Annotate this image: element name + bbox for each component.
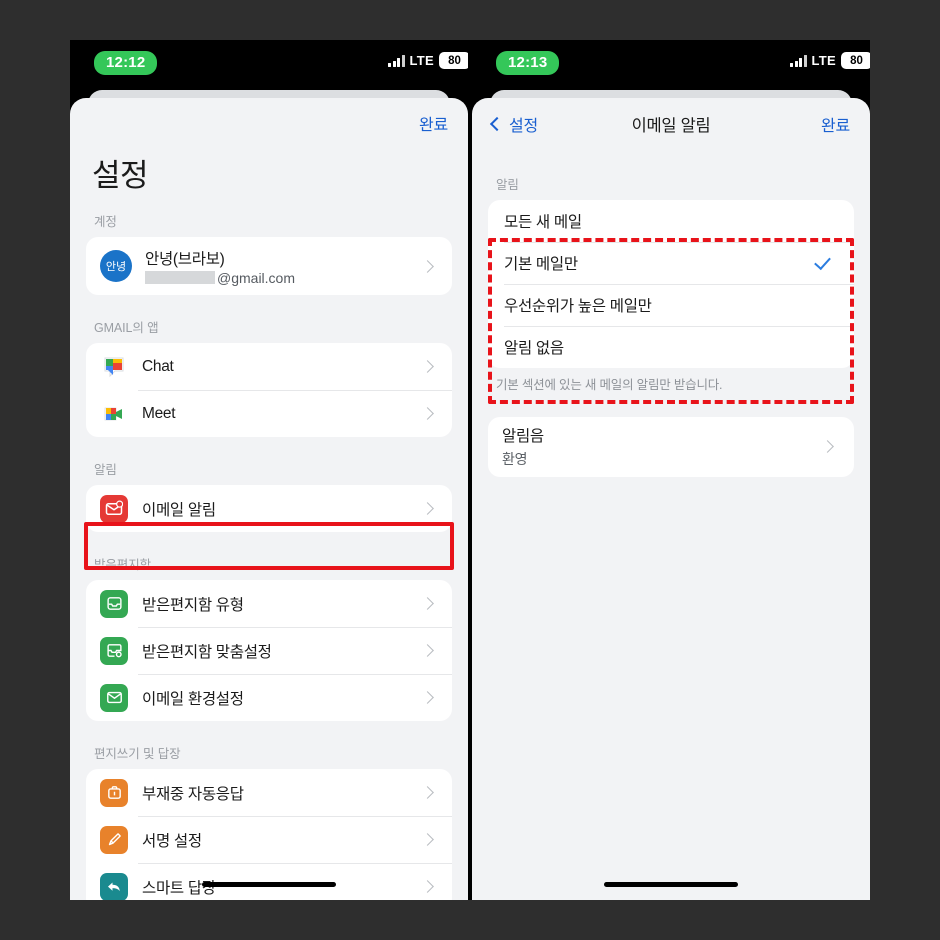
signal-bars-icon xyxy=(790,54,807,67)
right-status-bar: 12:13 LTE 80 xyxy=(472,40,870,90)
option-label: 모든 새 메일 xyxy=(504,214,582,231)
sound-card: 알림음 환영 xyxy=(488,416,854,477)
list-item-signature[interactable]: 서명 설정 xyxy=(86,816,452,863)
option-label: 기본 메일만 xyxy=(504,256,578,273)
sound-value: 환영 xyxy=(502,451,528,467)
list-item-label: 받은편지함 맞춤설정 xyxy=(142,643,272,661)
account-text: 안녕(브라보) @gmail.com xyxy=(145,247,423,286)
nav-title: 이메일 알림 xyxy=(631,117,711,135)
option-label: 우선순위가 높은 메일만 xyxy=(504,298,652,315)
network-label: LTE xyxy=(409,53,434,68)
compose-card: 부재중 자동응답 서명 설정 스마트 답장 xyxy=(86,769,452,900)
briefcase-icon xyxy=(100,778,128,807)
chevron-right-icon xyxy=(421,502,434,515)
chevron-right-icon xyxy=(421,880,434,893)
list-item-meet[interactable]: Meet xyxy=(86,390,452,437)
chevron-right-icon xyxy=(421,833,434,846)
list-item-label: 부재중 자동응답 xyxy=(142,785,244,803)
left-status-bar: 12:12 LTE 80 xyxy=(70,40,468,90)
pen-icon xyxy=(100,825,128,854)
notification-options-card: 모든 새 메일 기본 메일만 우선순위가 높은 메일만 알림 없음 xyxy=(488,200,854,368)
google-chat-icon xyxy=(100,352,128,381)
list-item-label: 서명 설정 xyxy=(142,832,202,850)
list-item-email-preferences[interactable]: 이메일 환경설정 xyxy=(86,674,452,721)
mail-notification-icon xyxy=(100,494,128,523)
page-title: 설정 xyxy=(92,158,149,193)
battery-level: 80 xyxy=(841,52,870,69)
list-item-vacation-responder[interactable]: 부재중 자동응답 xyxy=(86,769,452,816)
section-label-notifications: 알림 xyxy=(496,178,519,192)
google-meet-icon xyxy=(100,399,128,428)
chevron-right-icon xyxy=(421,786,434,799)
option-high-priority-only[interactable]: 우선순위가 높은 메일만 xyxy=(488,284,854,326)
chevron-right-icon xyxy=(421,644,434,657)
option-label: 알림 없음 xyxy=(504,340,564,357)
reply-arrow-icon xyxy=(100,872,128,900)
battery-level: 80 xyxy=(439,52,468,69)
section-label-account: 계정 xyxy=(94,215,117,229)
apps-card: Chat Meet xyxy=(86,343,452,437)
list-item-label: Chat xyxy=(142,357,174,375)
chevron-right-icon xyxy=(821,439,834,453)
list-item-label: 이메일 알림 xyxy=(142,501,216,519)
notification-sheet: 설정 이메일 알림 완료 알림 모든 새 메일 기본 메일만 우선순위가 높은 … xyxy=(472,98,870,900)
account-card: 안녕 안녕(브라보) @gmail.com xyxy=(86,237,452,295)
list-item-email-notifications[interactable]: 이메일 알림 xyxy=(86,485,452,532)
account-row[interactable]: 안녕 안녕(브라보) @gmail.com xyxy=(86,237,452,295)
notifications-card: 이메일 알림 xyxy=(86,485,452,532)
right-navbar: 설정 이메일 알림 완료 xyxy=(472,98,870,150)
inbox-gear-icon xyxy=(100,636,128,665)
list-item-label: Meet xyxy=(142,404,176,422)
account-email: @gmail.com xyxy=(145,270,423,286)
chevron-right-icon xyxy=(421,597,434,610)
account-name: 안녕(브라보) xyxy=(145,250,225,268)
done-button[interactable]: 완료 xyxy=(419,111,448,135)
options-footnote: 기본 섹션에 있는 새 메일의 알림만 받습니다. xyxy=(496,378,723,392)
section-label-inbox: 받은편지함 xyxy=(94,558,152,572)
phone-pair: 12:12 LTE 80 완료 설정 계정 안녕 안녕(브라보) @gmail.… xyxy=(70,40,870,900)
right-phone: 12:13 LTE 80 설정 이메일 알림 완료 알림 모든 새 메일 기본 … xyxy=(472,40,870,900)
battery-icon: 80 xyxy=(439,52,468,69)
chevron-right-icon xyxy=(421,360,434,373)
chevron-right-icon xyxy=(421,691,434,704)
redaction-bar xyxy=(145,271,215,284)
option-none[interactable]: 알림 없음 xyxy=(488,326,854,368)
list-item-notification-sound[interactable]: 알림음 환영 xyxy=(488,417,854,477)
list-item-inbox-customize[interactable]: 받은편지함 맞춤설정 xyxy=(86,627,452,674)
section-label-compose: 편지쓰기 및 답장 xyxy=(94,747,181,761)
status-indicators: LTE 80 xyxy=(388,52,468,69)
list-item-chat[interactable]: Chat xyxy=(86,343,452,390)
left-phone: 12:12 LTE 80 완료 설정 계정 안녕 안녕(브라보) @gmail.… xyxy=(70,40,468,900)
inbox-icon xyxy=(100,589,128,618)
status-time: 12:13 xyxy=(496,51,560,75)
screenshot-stage: 12:12 LTE 80 완료 설정 계정 안녕 안녕(브라보) @gmail.… xyxy=(0,0,940,940)
checkmark-icon xyxy=(814,252,831,270)
list-item-label: 이메일 환경설정 xyxy=(142,690,244,708)
chevron-right-icon xyxy=(421,407,434,420)
settings-sheet: 완료 설정 계정 안녕 안녕(브라보) @gmail.com GMAIL의 앱 … xyxy=(70,98,468,900)
list-item-label: 받은편지함 유형 xyxy=(142,596,244,614)
email-domain: @gmail.com xyxy=(217,269,296,286)
home-indicator xyxy=(604,882,738,887)
battery-icon: 80 xyxy=(841,52,870,69)
section-label-notifications: 알림 xyxy=(94,463,117,477)
status-indicators: LTE 80 xyxy=(790,52,870,69)
envelope-icon xyxy=(100,683,128,712)
inbox-card: 받은편지함 유형 받은편지함 맞춤설정 이메일 환경설정 xyxy=(86,580,452,721)
home-indicator xyxy=(202,882,336,887)
list-item-inbox-type[interactable]: 받은편지함 유형 xyxy=(86,580,452,627)
sound-title: 알림음 xyxy=(502,428,544,445)
network-label: LTE xyxy=(811,53,836,68)
avatar: 안녕 xyxy=(100,250,132,282)
option-all-new-mail[interactable]: 모든 새 메일 xyxy=(488,200,854,242)
status-time: 12:12 xyxy=(94,51,158,75)
section-label-apps: GMAIL의 앱 xyxy=(94,321,159,335)
chevron-right-icon xyxy=(421,259,434,273)
signal-bars-icon xyxy=(388,54,405,67)
option-primary-only[interactable]: 기본 메일만 xyxy=(488,242,854,284)
left-header: 완료 xyxy=(70,98,468,148)
